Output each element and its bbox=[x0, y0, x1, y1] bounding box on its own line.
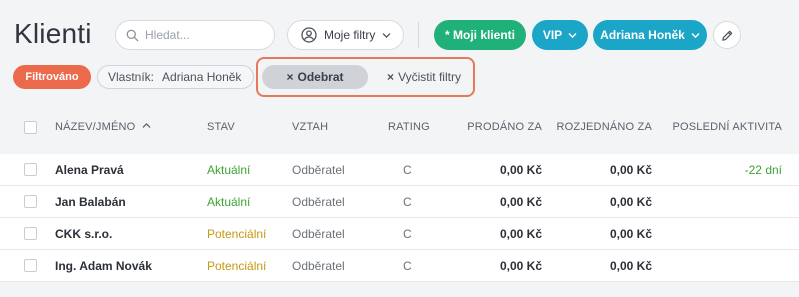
column-header-status[interactable]: STAV bbox=[207, 121, 235, 133]
row-checkbox[interactable] bbox=[24, 195, 37, 208]
client-last-activity: -22 dní bbox=[744, 163, 782, 177]
my-filters-button[interactable]: Moje filtry bbox=[287, 20, 404, 50]
pencil-icon bbox=[721, 30, 732, 41]
column-name-label: NÁZEV/JMÉNO bbox=[55, 121, 136, 133]
chevron-down-icon bbox=[691, 32, 700, 38]
search-icon bbox=[126, 29, 139, 41]
search-input[interactable] bbox=[145, 28, 265, 42]
search-box[interactable] bbox=[115, 20, 275, 50]
column-header-rating[interactable]: RATING bbox=[388, 121, 430, 133]
client-rating: C bbox=[403, 163, 412, 177]
close-icon: × bbox=[387, 70, 395, 84]
client-name[interactable]: Alena Pravá bbox=[55, 163, 124, 177]
close-icon: × bbox=[286, 70, 294, 84]
select-all-checkbox[interactable] bbox=[24, 121, 37, 134]
client-negotiated: 0,00 Kč bbox=[609, 163, 652, 177]
client-sold: 0,00 Kč bbox=[499, 259, 542, 273]
client-name[interactable]: Jan Balabán bbox=[55, 195, 126, 209]
client-negotiated: 0,00 Kč bbox=[609, 227, 652, 241]
filtered-badge: Filtrováno bbox=[13, 65, 91, 89]
chevron-down-icon bbox=[383, 32, 391, 38]
client-status: Aktuální bbox=[207, 163, 251, 177]
client-negotiated: 0,00 Kč bbox=[609, 259, 652, 273]
table-body: Alena Pravá Aktuální Odběratel C 0,00 Kč… bbox=[0, 154, 799, 282]
client-status: Potenciální bbox=[207, 259, 267, 273]
chip-my-clients[interactable]: * Moji klienti bbox=[434, 20, 526, 50]
remove-filter-label: Odebrat bbox=[297, 70, 344, 84]
client-negotiated: 0,00 Kč bbox=[609, 195, 652, 209]
client-status: Potenciální bbox=[207, 227, 267, 241]
sort-ascending-icon bbox=[142, 122, 150, 128]
chevron-down-icon bbox=[568, 32, 577, 38]
column-header-last-activity[interactable]: POSLEDNÍ AKTIVITA bbox=[672, 121, 782, 133]
table-row[interactable]: Alena Pravá Aktuální Odběratel C 0,00 Kč… bbox=[0, 154, 799, 186]
table-header: NÁZEV/JMÉNO STAV VZTAH RATING PRODÁNO ZA… bbox=[0, 108, 799, 146]
client-sold: 0,00 Kč bbox=[499, 195, 542, 209]
row-checkbox[interactable] bbox=[24, 259, 37, 272]
table-row[interactable]: Ing. Adam Novák Potenciální Odběratel C … bbox=[0, 250, 799, 282]
client-status: Aktuální bbox=[207, 195, 251, 209]
client-name[interactable]: Ing. Adam Novák bbox=[55, 259, 152, 273]
top-bar: Klienti Moje filtry * Moji klienti VIP A… bbox=[0, 0, 799, 64]
chip-my-clients-label: * Moji klienti bbox=[444, 28, 515, 42]
client-rating: C bbox=[403, 259, 412, 273]
column-header-negotiated[interactable]: ROZJEDNÁNO ZA bbox=[557, 121, 653, 133]
client-rating: C bbox=[403, 195, 412, 209]
client-sold: 0,00 Kč bbox=[499, 163, 542, 177]
table-row[interactable]: Jan Balabán Aktuální Odběratel C 0,00 Kč… bbox=[0, 186, 799, 218]
column-header-name[interactable]: NÁZEV/JMÉNO bbox=[55, 121, 151, 133]
owner-filter-value: Adriana Honěk bbox=[162, 70, 242, 84]
client-relation: Odběratel bbox=[292, 227, 345, 241]
column-header-sold[interactable]: PRODÁNO ZA bbox=[467, 121, 542, 133]
column-header-relation[interactable]: VZTAH bbox=[292, 121, 328, 133]
user-circle-icon bbox=[301, 27, 317, 43]
chip-vip-label: VIP bbox=[542, 28, 563, 42]
clear-filters-button[interactable]: × Vyčistit filtry bbox=[377, 65, 471, 89]
client-relation: Odběratel bbox=[292, 259, 345, 273]
toolbar-divider bbox=[418, 22, 419, 48]
table-row[interactable]: CKK s.r.o. Potenciální Odběratel C 0,00 … bbox=[0, 218, 799, 250]
edit-filters-button[interactable] bbox=[713, 21, 741, 49]
remove-filter-button[interactable]: × Odebrat bbox=[262, 65, 368, 89]
clear-filters-label: Vyčistit filtry bbox=[398, 70, 461, 84]
chip-owner-label: Adriana Honěk bbox=[600, 28, 685, 42]
clients-table: NÁZEV/JMÉNO STAV VZTAH RATING PRODÁNO ZA… bbox=[0, 108, 799, 282]
client-name[interactable]: CKK s.r.o. bbox=[55, 227, 112, 241]
my-filters-label: Moje filtry bbox=[324, 28, 376, 42]
client-relation: Odběratel bbox=[292, 195, 345, 209]
chip-vip[interactable]: VIP bbox=[532, 20, 588, 50]
client-relation: Odběratel bbox=[292, 163, 345, 177]
row-checkbox[interactable] bbox=[24, 163, 37, 176]
chip-owner[interactable]: Adriana Honěk bbox=[593, 20, 707, 50]
page-title: Klienti bbox=[14, 18, 92, 49]
client-sold: 0,00 Kč bbox=[499, 227, 542, 241]
client-rating: C bbox=[403, 227, 412, 241]
owner-filter-label: Vlastník: bbox=[108, 70, 155, 84]
owner-filter-tag: Vlastník: Adriana Honěk bbox=[97, 65, 254, 89]
row-checkbox[interactable] bbox=[24, 227, 37, 240]
